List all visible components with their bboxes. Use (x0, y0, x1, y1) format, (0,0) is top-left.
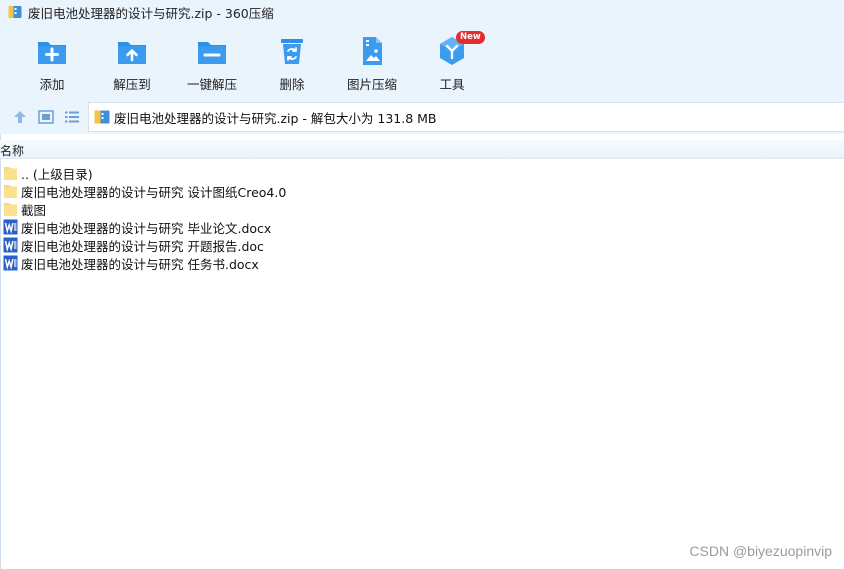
toolbar: 添加 解压到 一键解压 删除 图片压缩 New 工具 (0, 24, 844, 100)
extract-to-button[interactable]: 解压到 (94, 34, 170, 94)
name-column-header[interactable]: 名称 (0, 142, 24, 159)
left-border (0, 134, 1, 569)
list-item-folder[interactable]: 截图 (3, 200, 46, 218)
add-label: 添加 (39, 77, 65, 92)
one-click-extract-label: 一键解压 (186, 77, 237, 92)
list-view-icon (65, 111, 79, 123)
word-document-icon (3, 237, 18, 253)
navigation-bar: 废旧电池处理器的设计与研究.zip - 解包大小为 131.8 MB (0, 100, 844, 134)
file-name: 截图 (21, 202, 47, 218)
word-document-icon (3, 255, 18, 271)
image-compress-icon (363, 37, 382, 65)
list-view-button[interactable] (63, 108, 81, 126)
list-item-document[interactable]: 废旧电池处理器的设计与研究 毕业论文.docx (3, 218, 271, 236)
recycle-bin-icon (281, 39, 303, 64)
new-badge: New (456, 31, 485, 44)
up-arrow-icon (14, 111, 26, 123)
folder-icon (4, 203, 17, 216)
delete-label: 删除 (279, 77, 305, 92)
word-document-icon (3, 219, 18, 235)
folder-icon (4, 185, 17, 198)
column-header: 名称 (0, 140, 844, 159)
address-bar[interactable]: 废旧电池处理器的设计与研究.zip - 解包大小为 131.8 MB (88, 102, 844, 132)
extract-to-label: 解压到 (113, 77, 151, 92)
image-compress-button[interactable]: 图片压缩 (334, 34, 410, 94)
tools-label: 工具 (439, 77, 465, 92)
add-folder-icon (38, 42, 66, 64)
zip-file-icon (94, 110, 110, 124)
one-click-extract-icon (198, 42, 226, 64)
one-click-extract-button[interactable]: 一键解压 (174, 34, 250, 94)
csdn-watermark: CSDN @biyezuopinvip (689, 543, 832, 559)
address-path: 废旧电池处理器的设计与研究.zip - 解包大小为 131.8 MB (114, 110, 437, 126)
tools-button[interactable]: New 工具 (414, 31, 490, 94)
up-button[interactable] (11, 108, 29, 126)
file-name: 废旧电池处理器的设计与研究 任务书.docx (21, 256, 259, 272)
list-item-folder[interactable]: 废旧电池处理器的设计与研究 设计图纸Creo4.0 (3, 182, 286, 200)
file-name: 废旧电池处理器的设计与研究 毕业论文.docx (21, 220, 272, 236)
title-bar: 废旧电池处理器的设计与研究.zip - 360压缩 (0, 0, 844, 24)
image-compress-label: 图片压缩 (346, 77, 397, 92)
file-name: .. (上级目录) (21, 166, 93, 182)
window-title: 废旧电池处理器的设计与研究.zip - 360压缩 (28, 5, 274, 21)
list-item-document[interactable]: 废旧电池处理器的设计与研究 任务书.docx (3, 254, 259, 272)
folder-icon (4, 167, 17, 180)
add-button[interactable]: 添加 (14, 34, 90, 94)
delete-button[interactable]: 删除 (254, 34, 330, 94)
archive-app-icon (8, 6, 22, 18)
file-name: 废旧电池处理器的设计与研究 开题报告.doc (21, 238, 264, 254)
list-item-parent-dir[interactable]: .. (上级目录) (3, 164, 93, 182)
extract-to-icon (118, 42, 146, 64)
list-item-document[interactable]: 废旧电池处理器的设计与研究 开题报告.doc (3, 236, 264, 254)
thumbnail-view-icon (38, 110, 54, 124)
thumbnail-view-button[interactable] (37, 108, 55, 126)
file-name: 废旧电池处理器的设计与研究 设计图纸Creo4.0 (21, 184, 287, 200)
